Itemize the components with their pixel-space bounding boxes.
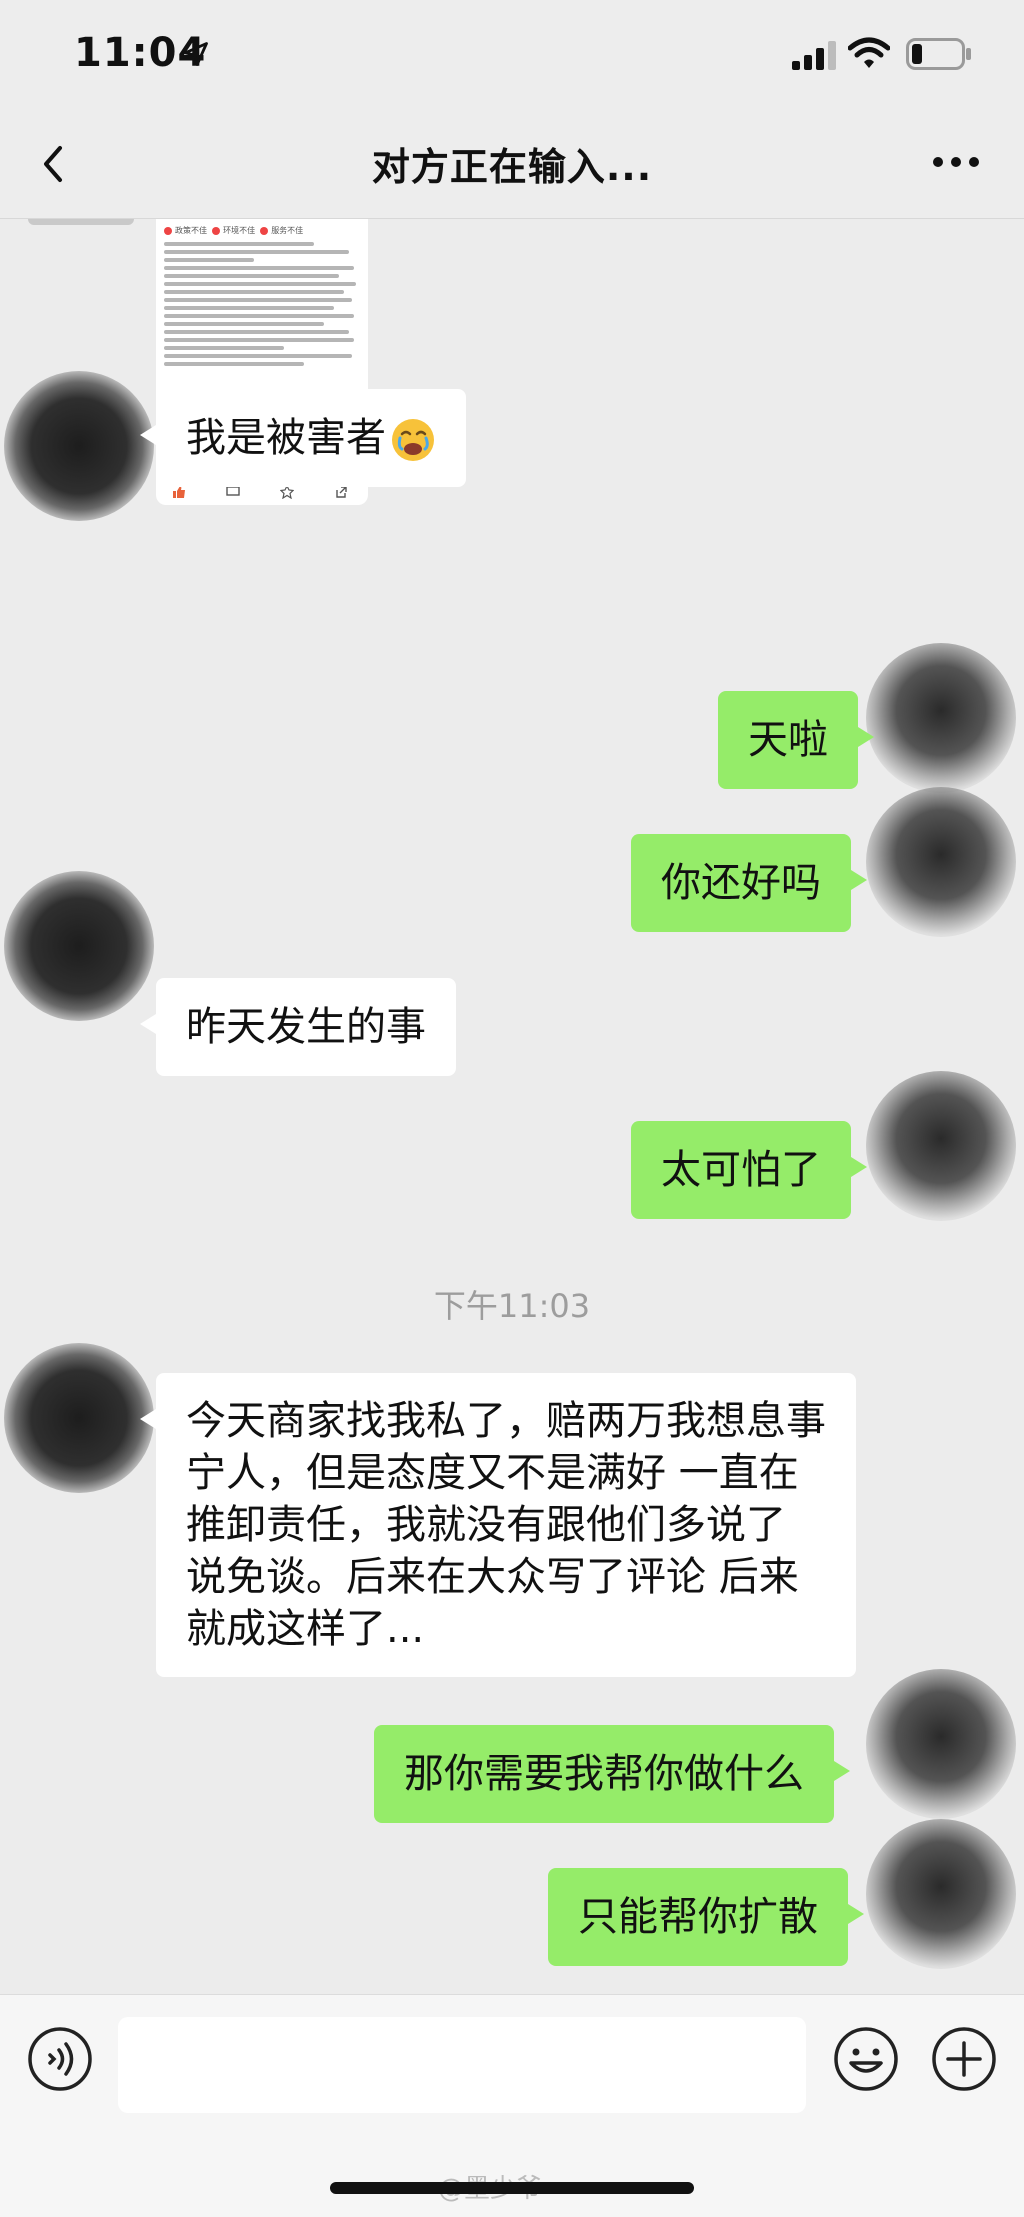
face-with-hand-over-mouth-emoji-icon <box>392 419 434 461</box>
avatar[interactable] <box>28 219 134 225</box>
message-bubble-received[interactable]: 今天商家找我私了，赔两万我想息事宁人，但是态度又不是满好 一直在推卸责任，我就没… <box>140 1373 856 1677</box>
battery-icon <box>906 38 971 70</box>
message-text: 只能帮你扩散 <box>578 1894 818 1940</box>
avatar[interactable] <box>4 371 154 521</box>
comment-icon <box>226 486 240 496</box>
message-text: 昨天发生的事 <box>186 1004 426 1050</box>
chat-area[interactable]: 政策不佳 环境不佳 服务不佳 我是被害者 天啦 你还好吗 昨天发生的事 太可怕了… <box>0 219 1024 1994</box>
wifi-icon <box>848 37 890 68</box>
chat-title: 对方正在输入... <box>371 145 653 189</box>
message-text: 今天商家找我私了，赔两万我想息事宁人，但是态度又不是满好 一直在推卸责任，我就没… <box>186 1398 826 1652</box>
message-text: 天啦 <box>748 717 828 763</box>
like-icon <box>173 486 185 498</box>
chat-header: 对方正在输入... <box>0 110 1024 219</box>
my-avatar[interactable] <box>866 1669 1016 1819</box>
my-avatar[interactable] <box>866 1819 1016 1969</box>
location-arrow-icon <box>184 42 208 66</box>
message-bubble-received[interactable]: 昨天发生的事 <box>140 978 456 1076</box>
status-bar: 11:04 <box>0 0 1024 110</box>
voice-icon[interactable] <box>26 2025 94 2093</box>
review-tags: 政策不佳 环境不佳 服务不佳 <box>156 219 368 238</box>
message-bubble-sent[interactable]: 那你需要我帮你做什么 <box>374 1725 850 1823</box>
my-avatar[interactable] <box>866 1071 1016 1221</box>
message-timestamp: 下午11:03 <box>433 1287 591 1325</box>
plus-icon[interactable] <box>930 2025 998 2093</box>
message-bubble-sent[interactable]: 太可怕了 <box>631 1121 867 1219</box>
share-icon <box>336 486 347 498</box>
star-icon <box>280 485 294 499</box>
avatar[interactable] <box>4 1343 154 1493</box>
message-input[interactable] <box>118 2017 806 2113</box>
my-avatar[interactable] <box>866 643 1016 793</box>
more-dots-icon[interactable] <box>930 148 982 176</box>
avatar[interactable] <box>4 871 154 1021</box>
message-text: 我是被害者 <box>186 415 386 461</box>
my-avatar[interactable] <box>866 787 1016 937</box>
message-text: 那你需要我帮你做什么 <box>404 1751 804 1797</box>
message-bubble-sent[interactable]: 天啦 <box>718 691 874 789</box>
emoji-icon[interactable] <box>832 2025 900 2093</box>
message-text: 你还好吗 <box>661 860 821 906</box>
home-indicator[interactable] <box>330 2182 694 2194</box>
message-bubble-sent[interactable]: 你还好吗 <box>631 834 867 932</box>
message-bubble-received[interactable]: 我是被害者 <box>140 389 466 487</box>
message-text: 太可怕了 <box>661 1147 821 1193</box>
signal-icon <box>792 41 836 70</box>
message-bubble-sent[interactable]: 只能帮你扩散 <box>548 1868 864 1966</box>
